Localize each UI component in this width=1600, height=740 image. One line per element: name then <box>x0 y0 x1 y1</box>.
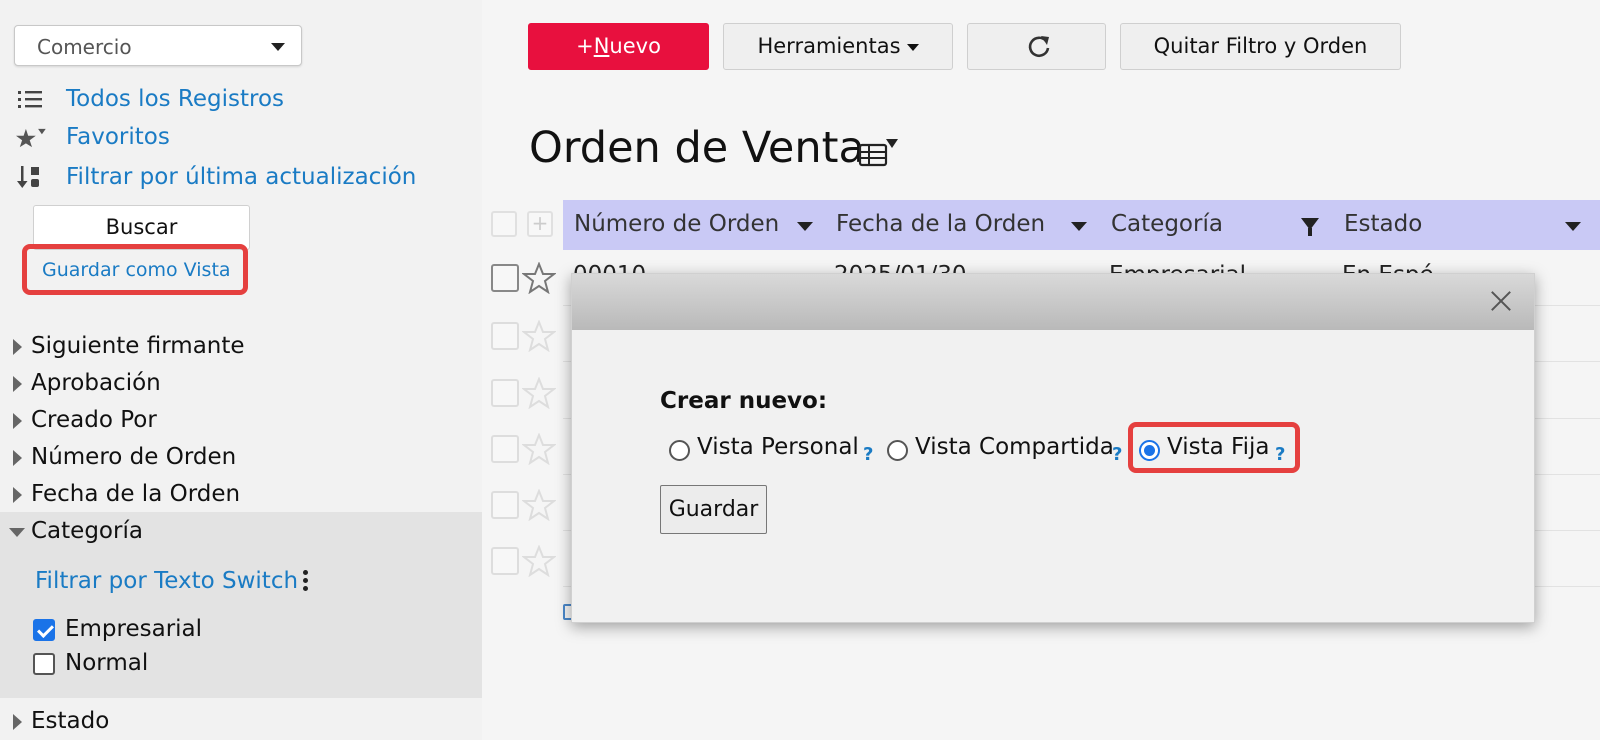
tree-item-label: Aprobación <box>31 370 161 396</box>
category-label[interactable]: Categoría <box>31 518 143 544</box>
all-records-label: Todos los Registros <box>66 86 285 112</box>
tools-button[interactable]: Herramientas <box>723 23 953 70</box>
option-label: Empresarial <box>65 616 203 642</box>
save-as-view-label: Guardar como Vista <box>42 259 231 281</box>
tree-item-label: Número de Orden <box>31 444 237 470</box>
page-title: Orden de Venta <box>529 123 865 173</box>
table-view-icon[interactable] <box>858 137 904 171</box>
row-checkbox[interactable] <box>491 435 519 463</box>
refresh-icon <box>1028 36 1050 58</box>
filter-icon[interactable] <box>1301 218 1319 236</box>
radio-button[interactable] <box>887 440 908 461</box>
category-panel: Categoría Filtrar por Texto Switch Empre… <box>0 512 482 698</box>
tree-item-approval[interactable]: Aprobación <box>0 366 482 403</box>
column-header[interactable]: Número de Orden <box>574 211 779 237</box>
select-all-checkbox[interactable] <box>491 211 517 237</box>
close-icon[interactable] <box>1490 290 1512 312</box>
save-as-view-link[interactable]: Guardar como Vista <box>22 244 248 295</box>
tree-item-status[interactable]: Estado <box>0 704 482 740</box>
chevron-down-icon[interactable] <box>797 222 813 231</box>
sidebar: Comercio Todos los Registros Favoritos F… <box>0 0 482 740</box>
filter-switch-link[interactable]: Filtrar por Texto Switch <box>35 568 298 594</box>
sort-icon <box>17 166 39 188</box>
row-checkbox[interactable] <box>491 379 519 407</box>
row-checkbox[interactable] <box>491 264 519 292</box>
app-select[interactable]: Comercio <box>14 25 302 66</box>
caret-right-icon <box>13 450 22 466</box>
caret-right-icon <box>13 487 22 503</box>
dialog-header <box>572 274 1534 330</box>
grid-header: Número de Orden Fecha de la Orden Catego… <box>563 200 1600 250</box>
star-filter-icon <box>16 128 46 148</box>
all-records-link[interactable]: Todos los Registros <box>0 82 470 118</box>
new-rest: uevo <box>609 34 661 58</box>
clear-filter-button[interactable]: Quitar Filtro y Orden <box>1120 23 1401 70</box>
tree-item-order-date[interactable]: Fecha de la Orden <box>0 477 482 514</box>
add-column-button[interactable]: + <box>527 211 553 237</box>
last-update-label: Filtrar por última actualización <box>66 164 417 190</box>
create-new-label: Crear nuevo: <box>660 388 828 414</box>
last-update-link[interactable]: Filtrar por última actualización <box>0 160 470 196</box>
help-icon[interactable]: ? <box>863 444 873 465</box>
chevron-down-icon[interactable] <box>1071 222 1087 231</box>
column-header[interactable]: Categoría <box>1111 211 1223 237</box>
row-checkbox[interactable] <box>491 322 519 350</box>
caret-down-icon[interactable] <box>9 528 25 537</box>
app-select-value: Comercio <box>37 35 132 59</box>
more-vertical-icon[interactable] <box>303 570 309 594</box>
new-button[interactable]: +Nuevo <box>528 23 709 70</box>
row-checkbox[interactable] <box>491 547 519 575</box>
save-button[interactable]: Guardar <box>660 485 767 534</box>
help-icon[interactable]: ? <box>1275 444 1285 465</box>
caret-right-icon <box>13 413 22 429</box>
chevron-down-icon <box>906 43 919 51</box>
star-icon[interactable] <box>522 320 556 352</box>
radio-label: Vista Personal <box>697 434 859 460</box>
tree-item-label: Siguiente firmante <box>31 333 245 359</box>
option-label: Normal <box>65 650 149 676</box>
help-icon[interactable]: ? <box>1112 444 1122 465</box>
new-accel: N <box>593 34 610 58</box>
tree-item-order-number[interactable]: Número de Orden <box>0 440 482 477</box>
chevron-down-icon[interactable] <box>1565 222 1581 231</box>
column-header[interactable]: Fecha de la Orden <box>836 211 1045 237</box>
chevron-down-icon <box>271 43 285 51</box>
favorites-link[interactable]: Favoritos <box>0 120 470 156</box>
tree-item-label: Fecha de la Orden <box>31 481 241 507</box>
tree-item-created-by[interactable]: Creado Por <box>0 403 482 440</box>
refresh-button[interactable] <box>967 23 1106 70</box>
star-icon[interactable] <box>522 377 556 409</box>
star-icon[interactable] <box>522 545 556 577</box>
star-icon[interactable] <box>522 262 556 294</box>
radio-button[interactable] <box>669 440 690 461</box>
caret-right-icon <box>13 376 22 392</box>
checkbox[interactable] <box>33 619 55 641</box>
tree-item-label: Estado <box>31 708 110 734</box>
row-checkbox[interactable] <box>491 491 519 519</box>
tools-label: Herramientas <box>757 34 901 58</box>
create-view-dialog: Crear nuevo: Vista Personal ? Vista Comp… <box>571 273 1535 623</box>
star-icon[interactable] <box>522 489 556 521</box>
tree-item-label: Creado Por <box>31 407 157 433</box>
column-header[interactable]: Estado <box>1344 211 1422 237</box>
radio-button[interactable] <box>1139 440 1160 461</box>
star-icon[interactable] <box>522 433 556 465</box>
caret-right-icon <box>13 714 22 730</box>
checkbox[interactable] <box>33 653 55 675</box>
new-plus: + <box>576 34 594 58</box>
list-icon <box>18 91 42 108</box>
radio-label: Vista Compartida <box>915 434 1114 460</box>
favorites-label: Favoritos <box>66 124 170 150</box>
caret-right-icon <box>13 339 22 355</box>
tree-item-next-signer[interactable]: Siguiente firmante <box>0 329 482 366</box>
radio-label: Vista Fija <box>1167 434 1270 460</box>
